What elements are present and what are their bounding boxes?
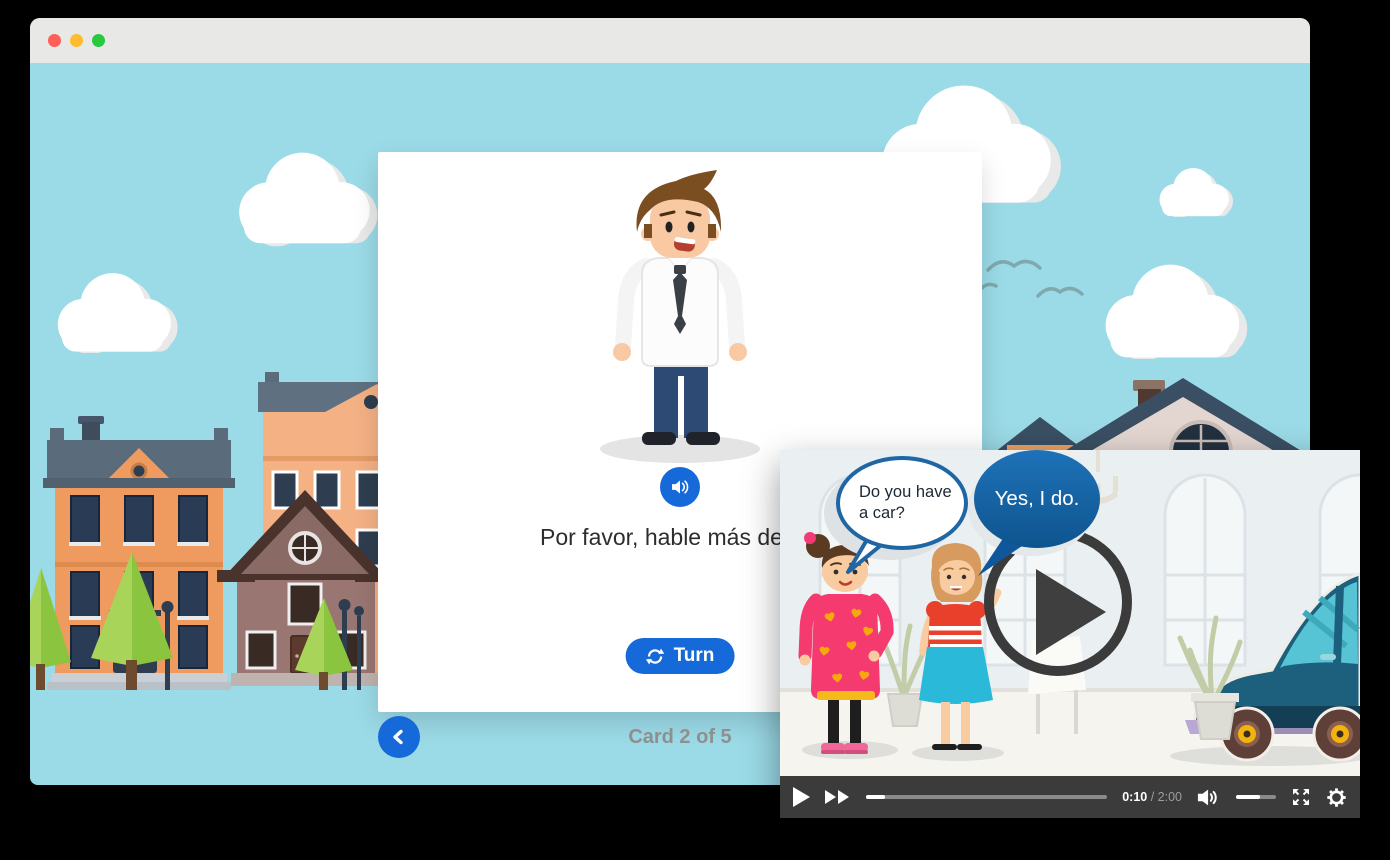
house-illustration [995,375,1310,452]
play-icon [793,787,810,807]
bubble-question-line2: a car? [859,503,905,524]
video-progress-fill [866,795,885,799]
video-controls: 0:10 / 2:00 [780,776,1360,818]
bubble-answer-text: Yes, I do. [995,487,1080,511]
settings-button[interactable] [1326,787,1347,808]
minimize-button[interactable] [70,34,83,47]
volume-icon [1197,788,1221,807]
fast-forward-icon [825,790,851,804]
video-screen: Do you have a car? Yes, I do. [780,450,1360,776]
duration: 2:00 [1158,790,1182,804]
city-buildings-illustration [30,360,405,690]
cloud [1142,163,1246,217]
audio-button[interactable] [660,467,700,507]
play-icon [1036,569,1106,655]
cloud [222,133,386,255]
fullscreen-button[interactable] [1291,787,1311,807]
fast-forward-button[interactable] [825,790,851,804]
screenshot-root: Por favor, hable más despa Turn Card 2 o [0,0,1390,860]
man-illustration [590,166,770,466]
volume-slider[interactable] [1236,795,1276,799]
turn-button-label: Turn [674,645,715,667]
refresh-icon [646,647,665,666]
zoom-button[interactable] [92,34,105,47]
video-player: Do you have a car? Yes, I do. 0:10 / 2:0… [780,450,1360,818]
speech-bubble-answer: Yes, I do. [974,450,1100,548]
current-time: 0:10 [1122,790,1147,804]
speaker-icon [667,474,693,500]
turn-button[interactable]: Turn [626,638,735,674]
window-titlebar [30,18,1310,64]
video-time: 0:10 / 2:00 [1122,790,1182,804]
volume-fill [1236,795,1260,799]
bubble-question-line1: Do you have [859,482,952,503]
gear-icon [1326,787,1347,808]
volume-button[interactable] [1197,788,1221,807]
birds-illustration [980,248,1120,303]
speech-bubble-question: Do you have a car? [836,456,968,550]
time-separator: / [1147,790,1157,804]
video-progress-bar[interactable] [866,795,1107,799]
cloud [32,265,196,353]
play-button[interactable] [793,787,810,807]
close-button[interactable] [48,34,61,47]
fullscreen-icon [1291,787,1311,807]
